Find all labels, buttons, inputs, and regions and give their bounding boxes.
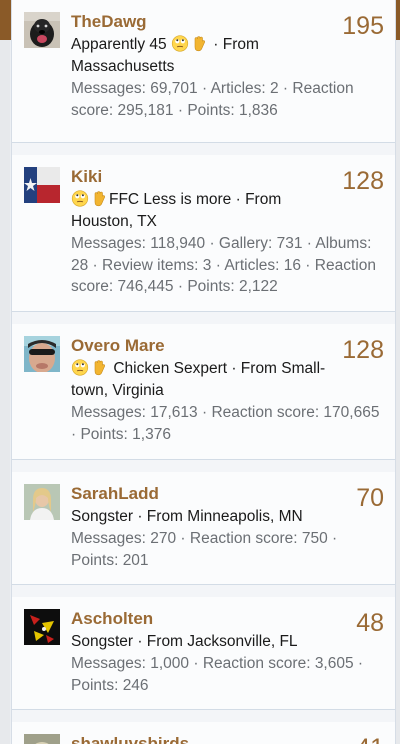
- avatar[interactable]: [24, 12, 60, 48]
- reaction-score: 70: [356, 484, 384, 512]
- reaction-score: 128: [342, 167, 384, 195]
- member-name[interactable]: TheDawg: [71, 11, 385, 33]
- avatar[interactable]: [24, 734, 60, 744]
- member-item: 41 shawluvsbirds: [12, 710, 395, 744]
- blurb-suffix: Chicken Sexpert · From Small-town, Virgi…: [71, 360, 326, 399]
- member-stats: Messages: 270 · Reaction score: 750 · Po…: [71, 530, 338, 569]
- member-name[interactable]: Overo Mare: [71, 335, 385, 357]
- member-name[interactable]: SarahLadd: [71, 483, 385, 505]
- rolling-eyes-emoji-icon: [71, 359, 90, 376]
- member-blurb: FFC Less is more · From Houston, TX: [71, 189, 385, 233]
- blurb-prefix: Apparently 45: [71, 36, 167, 53]
- reaction-score: 128: [342, 336, 384, 364]
- blurb-suffix: Songster · From Minneapolis, MN: [71, 508, 303, 525]
- member-name[interactable]: Ascholten: [71, 608, 385, 630]
- reaction-score: 48: [356, 609, 384, 637]
- rolling-eyes-emoji-icon: [71, 190, 90, 207]
- member-blurb: Apparently 45 · From Massachusetts: [71, 34, 385, 78]
- member-stats: Messages: 1,000 · Reaction score: 3,605 …: [71, 655, 364, 694]
- reaction-score: 41: [356, 734, 384, 744]
- member-name[interactable]: Kiki: [71, 166, 385, 188]
- raised-hand-emoji-icon: [90, 190, 109, 207]
- member-name[interactable]: shawluvsbirds: [71, 733, 385, 744]
- reaction-score: 195: [342, 12, 384, 40]
- raised-hand-emoji-icon: [190, 35, 209, 52]
- rolling-eyes-emoji-icon: [171, 35, 190, 52]
- member-item: 128 Overo Mare Chicken Sexpert · From Sm…: [12, 312, 395, 460]
- avatar[interactable]: [24, 167, 60, 203]
- page-gutter-left: [0, 40, 10, 744]
- member-stats: Messages: 17,613 · Reaction score: 170,6…: [71, 404, 380, 443]
- member-item: 128 Kiki FFC Less is more · From Houston…: [12, 143, 395, 312]
- member-item: 195 TheDawg Apparently 45 · From Massach…: [12, 0, 395, 143]
- avatar[interactable]: [24, 336, 60, 372]
- member-blurb: Songster · From Jacksonville, FL: [71, 631, 385, 653]
- avatar[interactable]: [24, 609, 60, 645]
- member-blurb: Songster · From Minneapolis, MN: [71, 506, 385, 528]
- member-stats: Messages: 118,940 · Gallery: 731 · Album…: [71, 235, 376, 295]
- member-item: 70 SarahLadd Songster · From Minneapolis…: [12, 460, 395, 585]
- member-item: 48 Ascholten Songster · From Jacksonvill…: [12, 585, 395, 710]
- raised-hand-emoji-icon: [90, 359, 109, 376]
- blurb-suffix: Songster · From Jacksonville, FL: [71, 633, 298, 650]
- member-stats: Messages: 69,701 · Articles: 2 · Reactio…: [71, 80, 354, 119]
- avatar[interactable]: [24, 484, 60, 520]
- member-list: 195 TheDawg Apparently 45 · From Massach…: [11, 0, 396, 744]
- member-blurb: Chicken Sexpert · From Small-town, Virgi…: [71, 358, 385, 402]
